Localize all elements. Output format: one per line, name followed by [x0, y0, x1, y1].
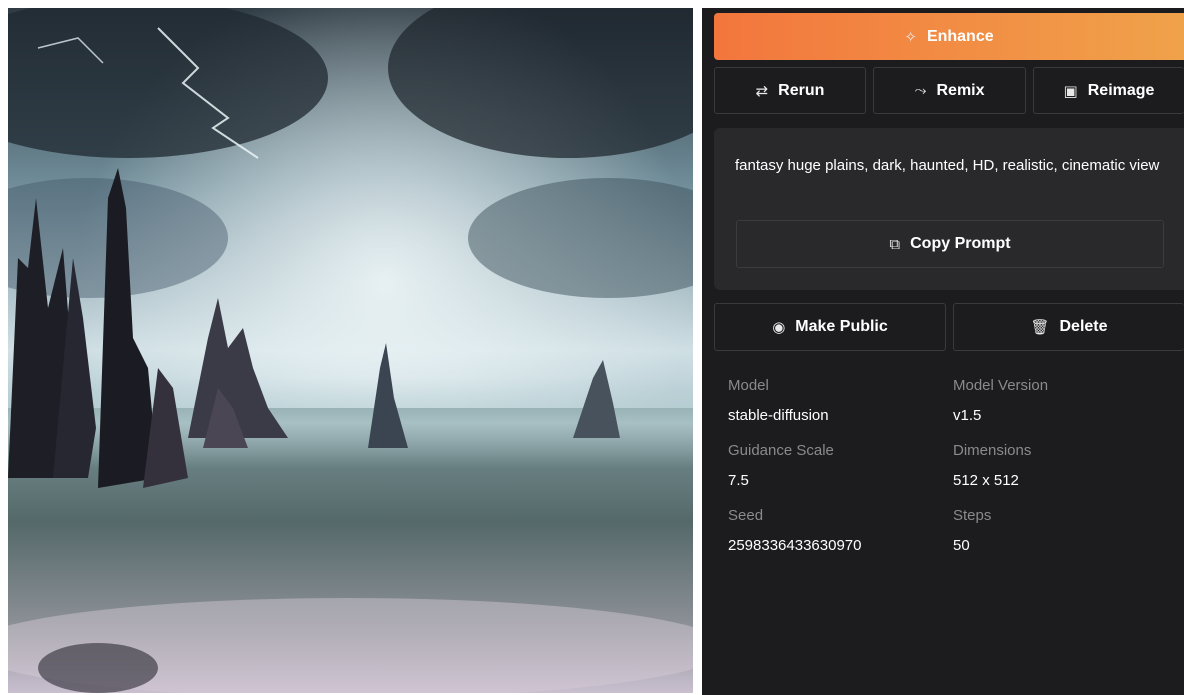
make-public-label: Make Public	[795, 318, 888, 335]
reimage-label: Reimage	[1087, 81, 1155, 99]
model-label: Model	[728, 377, 769, 394]
dimensions-label: Dimensions	[953, 442, 1032, 459]
rerun-button[interactable]: ⇄ Rerun	[714, 67, 866, 114]
copy-prompt-button[interactable]: ⧉ Copy Prompt	[736, 220, 1164, 268]
trash-icon: 🗑︎	[1030, 319, 1050, 336]
repeat-icon: ⇄	[755, 82, 769, 100]
model-value: stable-diffusion	[728, 407, 829, 424]
enhance-label: Enhance	[926, 27, 994, 45]
make-public-button[interactable]: ◉ Make Public	[714, 303, 946, 351]
shuffle-icon: ⤳	[914, 82, 927, 99]
rerun-label: Rerun	[778, 81, 825, 99]
steps-value: 50	[953, 537, 970, 554]
magic-wand-icon: ✧	[904, 28, 917, 46]
image-icon: ▣	[1063, 82, 1078, 100]
dimensions-value: 512 x 512	[953, 472, 1019, 489]
remix-button[interactable]: ⤳ Remix	[873, 67, 1026, 114]
enhance-button[interactable]: ✧ Enhance	[714, 13, 1184, 60]
seed-label: Seed	[728, 507, 764, 524]
delete-label: Delete	[1059, 318, 1108, 335]
generated-image	[8, 8, 693, 693]
model-version-value: v1.5	[953, 407, 982, 424]
model-version-label: Model Version	[953, 377, 1049, 394]
reimage-button[interactable]: ▣ Reimage	[1033, 67, 1184, 114]
delete-button[interactable]: 🗑︎ Delete	[953, 303, 1184, 351]
copy-icon: ⧉	[889, 235, 901, 253]
eye-icon: ◉	[772, 319, 786, 336]
guidance-scale-label: Guidance Scale	[728, 442, 834, 459]
prompt-text: fantasy huge plains, dark, haunted, HD, …	[735, 157, 1160, 174]
copy-prompt-label: Copy Prompt	[910, 235, 1011, 252]
image-detail-view: ✧ Enhance ⇄ Rerun ⤳ Remix ▣ Reimage fant…	[0, 0, 1184, 695]
remix-label: Remix	[936, 81, 985, 99]
seed-value: 2598336433630970	[728, 537, 862, 554]
steps-label: Steps	[953, 507, 992, 524]
guidance-scale-value: 7.5	[728, 472, 749, 489]
